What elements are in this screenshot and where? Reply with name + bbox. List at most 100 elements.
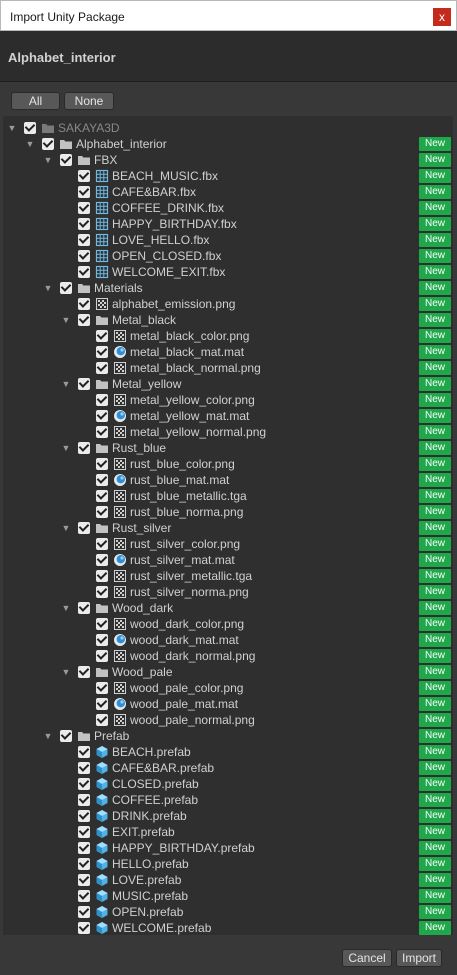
tree-item-row[interactable]: MUSIC.prefab New [3,888,453,904]
include-checkbox[interactable] [96,346,108,358]
include-checkbox[interactable] [24,122,36,134]
include-checkbox[interactable] [60,730,72,742]
include-checkbox[interactable] [96,458,108,470]
tree-item-row[interactable]: OPEN_CLOSED.fbx New [3,248,453,264]
include-checkbox[interactable] [96,554,108,566]
expand-arrow-icon[interactable]: ▼ [42,729,54,743]
include-checkbox[interactable] [96,698,108,710]
tree-item-row[interactable]: rust_silver_norma.png New [3,584,453,600]
tree-item-row[interactable]: WELCOME.prefab New [3,920,453,936]
include-checkbox[interactable] [96,538,108,550]
tree-folder-row[interactable]: ▼ Wood_dark New [3,600,453,616]
tree-item-row[interactable]: COFFEE.prefab New [3,792,453,808]
include-checkbox[interactable] [78,746,90,758]
include-checkbox[interactable] [96,506,108,518]
expand-arrow-icon[interactable]: ▼ [60,441,72,455]
include-checkbox[interactable] [78,266,90,278]
include-checkbox[interactable] [78,794,90,806]
tree-folder-row[interactable]: ▼ Materials New [3,280,453,296]
include-checkbox[interactable] [78,218,90,230]
tree-item-row[interactable]: metal_yellow_mat.mat New [3,408,453,424]
include-checkbox[interactable] [60,282,72,294]
include-checkbox[interactable] [96,394,108,406]
tree-folder-row[interactable]: ▼ Prefab New [3,728,453,744]
include-checkbox[interactable] [60,154,72,166]
expand-arrow-icon[interactable]: ▼ [60,377,72,391]
tree-item-row[interactable]: wood_dark_color.png New [3,616,453,632]
tree-folder-row[interactable]: ▼ Metal_yellow New [3,376,453,392]
include-checkbox[interactable] [78,298,90,310]
tree-item-row[interactable]: rust_silver_color.png New [3,536,453,552]
tree-item-row[interactable]: COFFEE_DRINK.fbx New [3,200,453,216]
include-checkbox[interactable] [78,922,90,934]
tree-item-row[interactable]: metal_black_color.png New [3,328,453,344]
include-checkbox[interactable] [78,234,90,246]
tree-item-row[interactable]: wood_dark_normal.png New [3,648,453,664]
include-checkbox[interactable] [78,170,90,182]
expand-arrow-icon[interactable]: ▼ [42,281,54,295]
include-checkbox[interactable] [96,362,108,374]
include-checkbox[interactable] [78,762,90,774]
include-checkbox[interactable] [96,330,108,342]
include-checkbox[interactable] [96,650,108,662]
tree-folder-row[interactable]: ▼ FBX New [3,152,453,168]
tree-item-row[interactable]: metal_yellow_color.png New [3,392,453,408]
expand-arrow-icon[interactable]: ▼ [60,665,72,679]
tree-item-row[interactable]: rust_silver_metallic.tga New [3,568,453,584]
tree-item-row[interactable]: CAFE&BAR.fbx New [3,184,453,200]
tree-item-row[interactable]: alphabet_emission.png New [3,296,453,312]
cancel-button[interactable]: Cancel [342,949,392,967]
tree-item-row[interactable]: rust_silver_mat.mat New [3,552,453,568]
expand-arrow-icon[interactable]: ▼ [60,521,72,535]
include-checkbox[interactable] [78,810,90,822]
include-checkbox[interactable] [96,570,108,582]
tree-item-row[interactable]: wood_pale_normal.png New [3,712,453,728]
tree-folder-row[interactable]: ▼ Rust_silver New [3,520,453,536]
select-all-button[interactable]: All [11,92,60,110]
include-checkbox[interactable] [96,714,108,726]
include-checkbox[interactable] [78,826,90,838]
expand-arrow-icon[interactable]: ▼ [6,121,18,135]
include-checkbox[interactable] [78,186,90,198]
tree-item-row[interactable]: metal_black_mat.mat New [3,344,453,360]
tree-folder-row[interactable]: ▼ Wood_pale New [3,664,453,680]
tree-item-row[interactable]: CAFE&BAR.prefab New [3,760,453,776]
include-checkbox[interactable] [78,842,90,854]
expand-arrow-icon[interactable]: ▼ [60,313,72,327]
expand-arrow-icon[interactable]: ▼ [60,601,72,615]
include-checkbox[interactable] [78,250,90,262]
include-checkbox[interactable] [78,858,90,870]
tree-item-row[interactable]: wood_pale_color.png New [3,680,453,696]
include-checkbox[interactable] [96,634,108,646]
include-checkbox[interactable] [96,474,108,486]
tree-item-row[interactable]: HAPPY_BIRTHDAY.fbx New [3,216,453,232]
tree-item-row[interactable]: HAPPY_BIRTHDAY.prefab New [3,840,453,856]
tree-item-row[interactable]: HELLO.prefab New [3,856,453,872]
tree-item-row[interactable]: BEACH.prefab New [3,744,453,760]
tree-folder-row[interactable]: ▼ SAKAYA3D [3,120,453,136]
expand-arrow-icon[interactable]: ▼ [24,137,36,151]
tree-item-row[interactable]: WELCOME_EXIT.fbx New [3,264,453,280]
include-checkbox[interactable] [96,618,108,630]
include-checkbox[interactable] [96,426,108,438]
tree-item-row[interactable]: wood_dark_mat.mat New [3,632,453,648]
tree-item-row[interactable]: rust_blue_color.png New [3,456,453,472]
tree-item-row[interactable]: rust_blue_norma.png New [3,504,453,520]
tree-item-row[interactable]: rust_blue_metallic.tga New [3,488,453,504]
tree-item-row[interactable]: LOVE.prefab New [3,872,453,888]
tree-item-row[interactable]: metal_yellow_normal.png New [3,424,453,440]
include-checkbox[interactable] [78,522,90,534]
tree-item-row[interactable]: LOVE_HELLO.fbx New [3,232,453,248]
include-checkbox[interactable] [96,490,108,502]
select-none-button[interactable]: None [64,92,114,110]
tree-item-row[interactable]: wood_pale_mat.mat New [3,696,453,712]
include-checkbox[interactable] [42,138,54,150]
tree-item-row[interactable]: DRINK.prefab New [3,808,453,824]
include-checkbox[interactable] [78,666,90,678]
tree-item-row[interactable]: metal_black_normal.png New [3,360,453,376]
close-icon[interactable]: x [433,8,451,26]
include-checkbox[interactable] [78,442,90,454]
tree-folder-row[interactable]: ▼ Alphabet_interior New [3,136,453,152]
include-checkbox[interactable] [78,906,90,918]
include-checkbox[interactable] [78,378,90,390]
